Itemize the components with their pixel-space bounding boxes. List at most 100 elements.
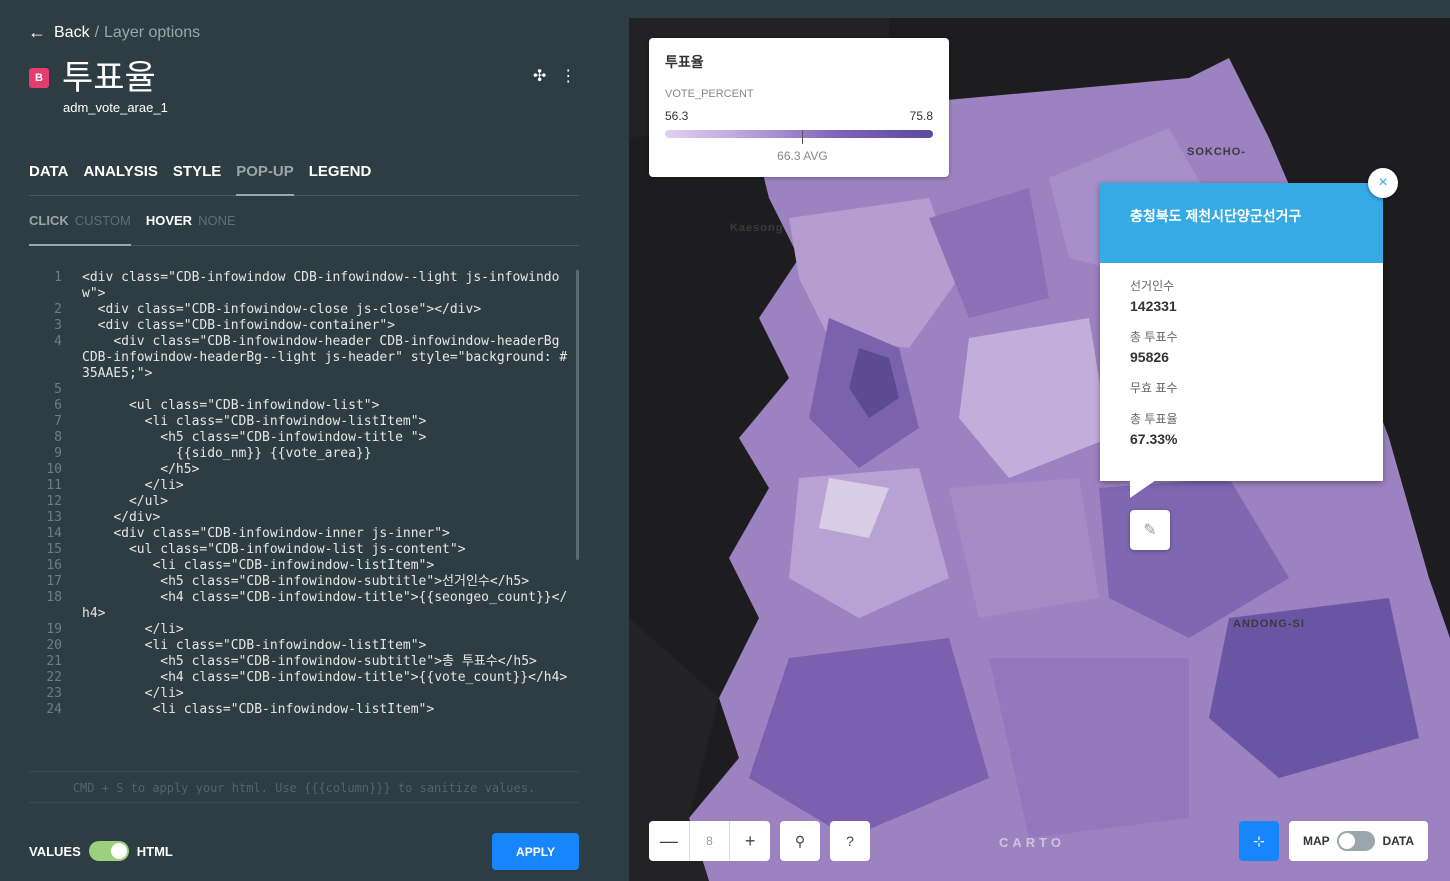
back-link[interactable]: Back [54,24,90,42]
popup-body: 선거인수 142331 총 투표수 95826 무효 표수 총 투표율 67.3… [1100,263,1383,447]
zoom-out-button[interactable]: — [649,831,689,852]
popup-item: 총 투표율 67.33% [1130,410,1353,447]
breadcrumb: ← Back / Layer options [28,22,200,43]
map-label-andong: ANDONG-SI [1233,618,1305,630]
line-number: 21 [46,654,62,669]
line-number: 16 [46,558,62,573]
search-button[interactable]: ⚲ [780,821,820,861]
line-number: 9 [54,446,62,461]
line-number: 15 [46,542,62,557]
popup-item: 총 투표수 95826 [1130,328,1353,365]
code-text: </li> [82,686,184,701]
line-number: 12 [46,494,62,509]
values-html-switch[interactable] [88,841,129,861]
carto-logo: CARTO [999,835,1065,850]
click-group: CLICK CUSTOM [29,205,131,246]
layer-tabs: DATA ANALYSIS STYLE POP-UP LEGEND [29,160,579,196]
code-line: 10 </h5> [29,462,579,478]
popup-close-button[interactable]: × [1368,168,1398,198]
code-line: 7 <li class="CDB-infowindow-listItem"> [29,414,579,430]
html-code-editor[interactable]: 1 <div class="CDB-infowindow CDB-infowind… [29,270,579,750]
code-line: 16 <li class="CDB-infowindow-listItem"> [29,558,579,574]
zoom-in-button[interactable]: + [730,831,770,852]
subtab-hover[interactable]: HOVER [146,213,192,246]
map-tool-button[interactable]: ⊹ [1239,821,1279,861]
legend-field: VOTE_PERCENT [665,88,754,100]
code-line: 18 <h4 class="CDB-infowindow-title">{{se… [29,590,579,622]
help-button[interactable]: ? [830,821,870,861]
editor-scrollbar[interactable] [576,270,579,560]
popup-item-label: 선거인수 [1130,279,1175,293]
legend-avg-label: 66.3 AVG [777,149,828,163]
map-label-kaesong: Kaesong [730,222,784,234]
popup-item-label: 무효 표수 [1130,381,1178,395]
popup-item-value: 95826 [1130,349,1169,365]
subtab-click-custom[interactable]: CUSTOM [75,213,131,244]
line-number: 7 [54,414,62,429]
edit-feature-button[interactable]: ✎ [1130,510,1170,550]
popup-item-value: 142331 [1130,298,1177,314]
code-line: 19 </li> [29,622,579,638]
subtab-hover-none[interactable]: NONE [198,213,236,246]
data-label: DATA [1382,834,1414,848]
code-line: 17 <h5 class="CDB-infowindow-subtitle">선… [29,574,579,590]
tab-legend[interactable]: LEGEND [309,160,372,196]
line-number: 8 [54,430,62,445]
map-data-toggle: MAP DATA [1289,821,1428,861]
pencil-icon: ✎ [1143,522,1157,539]
code-text: <ul class="CDB-infowindow-list js-conten… [82,542,466,557]
values-html-toggle-row: VALUES HTML [29,841,173,861]
line-number: 13 [46,510,62,525]
code-text: <li class="CDB-infowindow-listItem"> [82,702,435,717]
code-text: <h5 class="CDB-infowindow-title "> [82,430,427,445]
subtab-click[interactable]: CLICK [29,213,69,244]
popup-mode-tabs: CLICK CUSTOM HOVER NONE [29,205,579,246]
more-options-icon[interactable]: ⋮ [560,66,576,86]
code-text: <h5 class="CDB-infowindow-subtitle">총 투표… [82,654,537,669]
code-text: </h5> [82,462,200,477]
map-data-switch[interactable] [1337,831,1376,851]
tab-popup[interactable]: POP-UP [236,160,294,196]
crop-icon: ⊹ [1253,832,1265,849]
code-line: 13 </div> [29,510,579,526]
back-arrow-icon[interactable]: ← [28,22,46,43]
popup-item-label: 총 투표수 [1130,330,1178,344]
code-text: <h4 class="CDB-infowindow-title">{{seong… [82,590,568,621]
search-icon: ⚲ [794,832,806,849]
code-line: 1 <div class="CDB-infowindow CDB-infowind… [29,270,579,302]
layer-title[interactable]: 투표율 [62,50,156,99]
code-text: </div> [82,510,161,525]
popup-item-label: 총 투표율 [1130,412,1178,426]
code-text: <li class="CDB-infowindow-listItem"> [82,638,427,653]
html-label: HTML [136,843,173,859]
apply-button[interactable]: APPLY [492,833,579,870]
code-line: 14 <div class="CDB-infowindow-inner js-i… [29,526,579,542]
code-line: 5 [29,382,579,398]
code-line: 4 <div class="CDB-infowindow-header CDB-… [29,334,579,382]
code-text: <li class="CDB-infowindow-listItem"> [82,558,435,573]
code-text: <li class="CDB-infowindow-listItem"> [82,414,427,429]
code-line: 15 <ul class="CDB-infowindow-list js-con… [29,542,579,558]
line-number: 14 [46,526,62,541]
layer-source-name: adm_vote_arae_1 [63,100,168,115]
breadcrumb-separator: / [94,23,100,41]
tab-style[interactable]: STYLE [173,160,221,196]
line-number: 23 [46,686,62,701]
code-text: <div class="CDB-infowindow-header CDB-in… [82,334,568,381]
code-text: <div class="CDB-infowindow CDB-infowindo… [82,270,560,301]
move-icon[interactable]: ✣ [533,66,546,86]
code-text: <div class="CDB-infowindow-inner js-inne… [82,526,450,541]
zoom-level: 8 [688,821,731,861]
code-line: 22 <h4 class="CDB-infowindow-title">{{vo… [29,670,579,686]
map-label-sokcho: SOKCHO- [1187,146,1246,158]
line-number: 22 [46,670,62,685]
map-view[interactable]: SOKCHO- Kaesong ANDONG-SI 투표율 VOTE_PERCE… [629,18,1450,881]
code-text: <div class="CDB-infowindow-container"> [82,318,396,333]
legend-min: 56.3 [665,109,689,123]
tab-data[interactable]: DATA [29,160,68,196]
line-number: 4 [54,334,62,349]
breadcrumb-current: Layer options [104,23,201,41]
tab-analysis[interactable]: ANALYSIS [83,160,157,196]
code-line: 24 <li class="CDB-infowindow-listItem"> [29,702,579,718]
